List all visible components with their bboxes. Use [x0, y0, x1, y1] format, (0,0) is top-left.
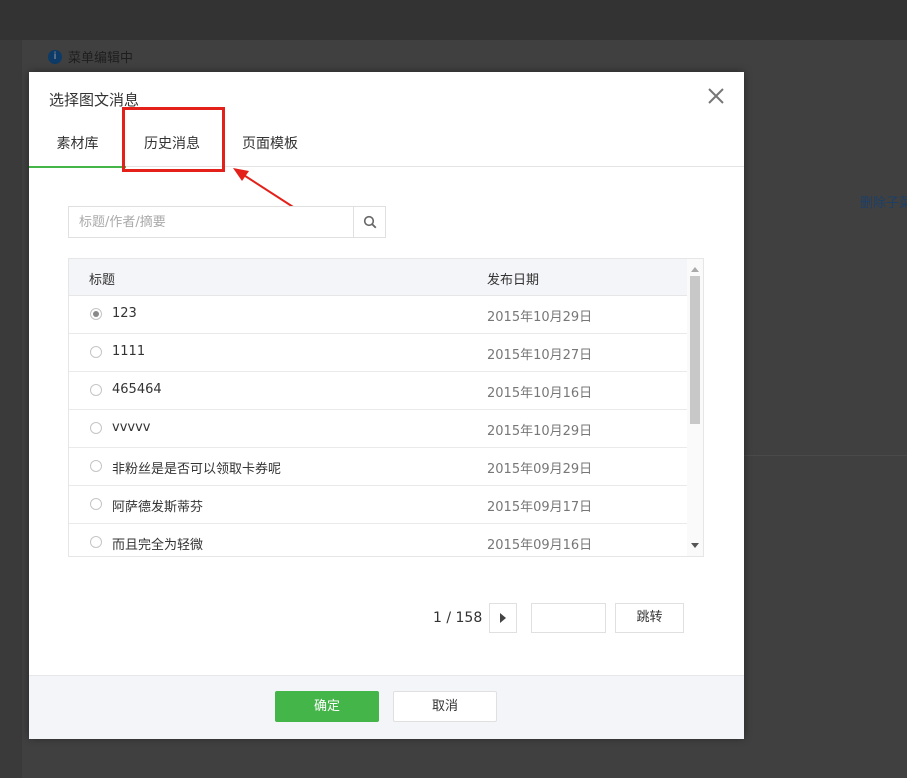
table-row[interactable]: 阿萨德发斯蒂芬 2015年09月17日	[69, 486, 703, 524]
jump-button[interactable]: 跳转	[615, 603, 684, 633]
row-title: 1111	[112, 344, 146, 359]
dialog-title: 选择图文消息	[49, 91, 140, 109]
header-title: 标题	[89, 273, 116, 288]
select-article-dialog: 选择图文消息 素材库 历史消息 页面模板 标题 发布日期 123 2015年10…	[29, 72, 744, 739]
dialog-footer: 确定 取消	[29, 675, 744, 739]
row-date: 2015年09月16日	[487, 538, 593, 553]
row-date: 2015年10月29日	[487, 424, 593, 439]
radio-button[interactable]	[90, 422, 102, 434]
background-divider	[744, 455, 907, 456]
row-title: 阿萨德发斯蒂芬	[112, 500, 204, 515]
cancel-button[interactable]: 取消	[393, 691, 497, 722]
header-date: 发布日期	[487, 273, 540, 288]
background-notice: i 菜单编辑中	[48, 47, 133, 66]
radio-button[interactable]	[90, 384, 102, 396]
radio-button[interactable]	[90, 346, 102, 358]
row-date: 2015年10月27日	[487, 348, 593, 363]
background-side-link: 删除子菜	[860, 196, 907, 211]
next-page-button[interactable]	[489, 603, 517, 633]
radio-button[interactable]	[90, 308, 102, 320]
page-info: 1 / 158	[433, 610, 483, 626]
search-box	[68, 206, 386, 238]
page-number-input[interactable]	[531, 603, 606, 633]
search-icon[interactable]	[353, 207, 385, 237]
tab-history-messages[interactable]: 历史消息	[122, 124, 222, 166]
row-title: 465464	[112, 382, 162, 397]
row-date: 2015年10月29日	[487, 310, 593, 325]
article-table: 标题 发布日期 123 2015年10月29日 1111 2015年10月27日…	[68, 258, 704, 557]
row-date: 2015年09月29日	[487, 462, 593, 477]
row-date: 2015年09月17日	[487, 500, 593, 515]
table-row[interactable]: vvvvv 2015年10月29日	[69, 410, 703, 448]
table-row[interactable]: 1111 2015年10月27日	[69, 334, 703, 372]
radio-button[interactable]	[90, 536, 102, 548]
close-icon[interactable]	[706, 86, 726, 106]
scrollbar-thumb[interactable]	[690, 276, 700, 424]
table-row[interactable]: 123 2015年10月29日	[69, 296, 703, 334]
table-row[interactable]: 465464 2015年10月16日	[69, 372, 703, 410]
tab-bar: 素材库 历史消息 页面模板	[29, 124, 744, 168]
scroll-down-icon[interactable]	[691, 543, 699, 548]
table-row[interactable]: 非粉丝是是否可以领取卡券呢 2015年09月29日	[69, 448, 703, 486]
background-topbar	[0, 0, 907, 40]
search-input[interactable]	[69, 207, 353, 237]
radio-button[interactable]	[90, 460, 102, 472]
row-title: 非粉丝是是否可以领取卡券呢	[112, 462, 282, 477]
pagination: 1 / 158 跳转	[29, 603, 744, 635]
confirm-button[interactable]: 确定	[275, 691, 379, 722]
row-title: vvvvv	[112, 420, 151, 435]
info-icon: i	[48, 49, 62, 64]
tab-material-library[interactable]: 素材库	[29, 124, 126, 168]
table-row[interactable]: 而且完全为轻微 2015年09月16日	[69, 524, 703, 556]
row-title: 而且完全为轻微	[112, 538, 204, 553]
table-scrollbar[interactable]	[687, 259, 703, 556]
notice-text: 菜单编辑中	[68, 51, 134, 66]
row-date: 2015年10月16日	[487, 386, 593, 401]
scroll-up-icon[interactable]	[691, 267, 699, 272]
tab-page-templates[interactable]: 页面模板	[229, 124, 311, 166]
table-header: 标题 发布日期	[69, 259, 703, 296]
radio-button[interactable]	[90, 498, 102, 510]
row-title: 123	[112, 306, 137, 321]
